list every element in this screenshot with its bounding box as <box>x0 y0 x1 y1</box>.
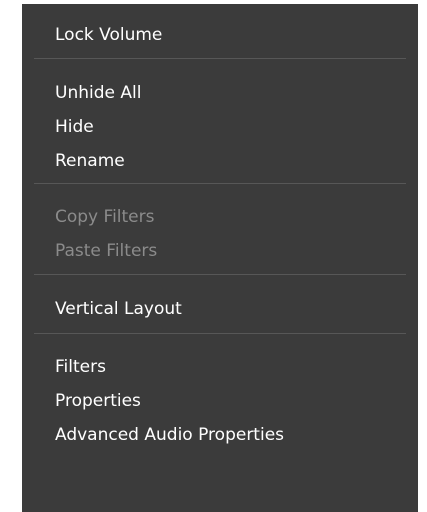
menu-separator <box>34 274 406 275</box>
menu-item-advanced-audio-properties[interactable]: Advanced Audio Properties <box>22 418 418 452</box>
context-menu: Lock Volume Unhide All Hide Rename Copy … <box>22 4 418 512</box>
menu-item-lock-volume[interactable]: Lock Volume <box>22 17 418 53</box>
menu-item-paste-filters: Paste Filters <box>55 241 158 261</box>
menu-item-properties[interactable]: Properties <box>22 384 418 418</box>
menu-separator <box>34 58 406 59</box>
menu-item-filters[interactable]: Filters <box>22 350 418 384</box>
menu-item-unhide-all[interactable]: Unhide All <box>22 76 418 110</box>
menu-item-copy-filters: Copy Filters <box>55 207 155 227</box>
menu-separator <box>34 183 406 184</box>
menu-separator <box>34 333 406 334</box>
menu-item-hide[interactable]: Hide <box>22 110 418 144</box>
menu-item-vertical-layout[interactable]: Vertical Layout <box>22 291 418 327</box>
menu-item-rename[interactable]: Rename <box>22 144 418 178</box>
